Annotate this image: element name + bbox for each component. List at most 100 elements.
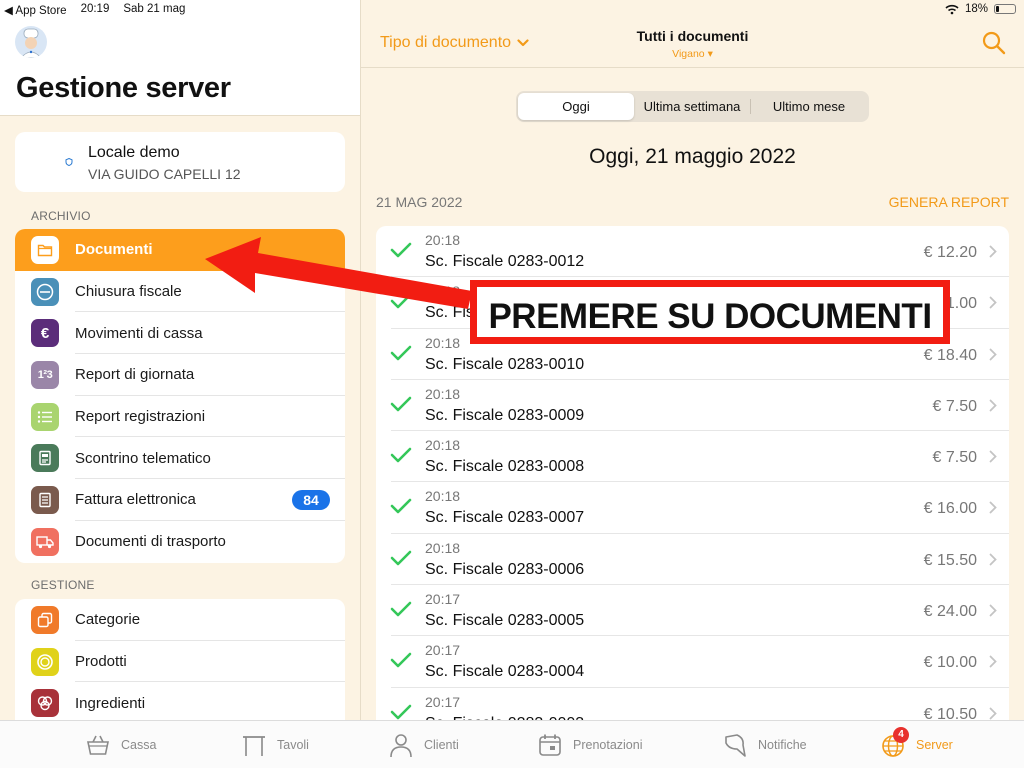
- chevron-right-icon: [989, 399, 997, 412]
- page-title: Gestione server: [16, 72, 231, 104]
- document-amount: € 7.50: [932, 449, 977, 467]
- day-title: Oggi, 21 maggio 2022: [589, 145, 796, 168]
- document-number: Sc. Fiscale 0283-0006: [425, 560, 585, 578]
- search-icon[interactable]: [981, 30, 1007, 56]
- location-selector[interactable]: Vigano ▾: [361, 48, 1024, 60]
- sidebar-item-label: Report di giornata: [75, 366, 195, 384]
- checkmark-icon: [390, 396, 412, 412]
- document-amount: € 10.00: [923, 654, 977, 672]
- document-time: 20:17: [425, 693, 461, 710]
- tab-label: Notifiche: [758, 738, 807, 752]
- document-time: 20:18: [425, 283, 461, 300]
- tab-cassa[interactable]: Cassa: [85, 721, 156, 768]
- tab-prenotazioni[interactable]: Prenotazioni: [537, 721, 643, 768]
- annotation-text: PREMERE SU DOCUMENTI: [488, 297, 932, 336]
- checkmark-icon: [390, 447, 412, 463]
- document-time: 20:18: [425, 232, 461, 248]
- rings-icon: [31, 689, 59, 718]
- basket-icon: [85, 732, 111, 758]
- checkmark-icon: [390, 499, 412, 514]
- sidebar-item-documenti-di-trasporto[interactable]: Documenti di trasporto: [15, 521, 345, 563]
- sidebar-item-movimenti-di-cassa[interactable]: € Movimenti di cassa: [15, 312, 345, 355]
- document-row[interactable]: 20:18 Sc. Fiscale 0283-0006 € 15.50: [376, 534, 1009, 586]
- sidebar-item-report-registrazioni[interactable]: Report registrazioni: [15, 396, 345, 438]
- checkmark-icon: [390, 704, 412, 719]
- document-row[interactable]: 20:18 Sc. Fiscale 0283-0012 € 12.20: [376, 226, 1009, 278]
- chef-avatar-icon: [20, 28, 42, 58]
- segment-last-month[interactable]: Ultimo mese: [751, 93, 867, 120]
- document-row[interactable]: 20:18 Sc. Fiscale 0283-0009 € 7.50: [376, 380, 1009, 432]
- checkmark-icon: [390, 550, 412, 566]
- sidebar-item-categorie[interactable]: Categorie: [15, 599, 345, 641]
- status-bar: ◀ App Store 20:19 Sab 21 mag 18%: [0, 0, 1024, 18]
- document-number: Sc. Fiscale 0283-0005: [425, 612, 585, 630]
- document-number: Sc. Fiscale 0283-0010: [425, 355, 585, 373]
- euro-icon: €: [31, 319, 59, 348]
- sidebar-item-prodotti[interactable]: Prodotti: [15, 641, 345, 683]
- segment-today[interactable]: Oggi: [518, 93, 634, 120]
- sidebar-item-chiusura-fiscale[interactable]: Chiusura fiscale: [15, 271, 345, 313]
- chat-bubble-icon: [722, 732, 748, 758]
- sidebar-item-label: Categorie: [75, 611, 141, 629]
- checkmark-icon: [390, 293, 412, 309]
- sidebar-item-fattura-elettronica[interactable]: Fattura elettronica 84: [15, 479, 345, 521]
- store-address: VIA GUIDO CAPELLI 12: [88, 166, 241, 182]
- receipt-icon: [31, 444, 59, 473]
- sidebar-item-label: Chiusura fiscale: [75, 283, 182, 301]
- document-time: 20:18: [425, 385, 461, 402]
- tab-label: Prenotazioni: [573, 738, 643, 752]
- sidebar-item-label: Ingredienti: [75, 694, 146, 712]
- status-date: Sab 21 mag: [123, 3, 186, 15]
- document-time: 20:18: [425, 334, 461, 351]
- person-icon: [388, 732, 414, 758]
- document-amount: € 7.50: [932, 397, 977, 415]
- chevron-right-icon: [989, 604, 997, 617]
- truck-icon: [31, 527, 59, 556]
- checkmark-icon: [390, 242, 412, 258]
- tab-clienti[interactable]: Clienti: [388, 721, 459, 768]
- tab-label: Clienti: [424, 738, 459, 752]
- annotation-callout: PREMERE SU DOCUMENTI: [470, 280, 950, 344]
- checkmark-icon: [390, 345, 412, 360]
- document-amount: € 16.00: [923, 500, 977, 518]
- squares-icon: [31, 605, 59, 634]
- chevron-right-icon: [989, 502, 997, 514]
- chevron-right-icon: [989, 296, 997, 309]
- tab-notifiche[interactable]: Notifiche: [722, 721, 807, 768]
- sidebar-item-scontrino-telematico[interactable]: Scontrino telematico: [15, 437, 345, 480]
- battery-percent: 18%: [964, 3, 988, 15]
- folder-icon: [31, 235, 59, 264]
- document-row[interactable]: 20:18 Sc. Fiscale 0283-0008 € 7.50: [376, 431, 1009, 483]
- chevron-right-icon: [989, 707, 997, 720]
- generate-report-button[interactable]: GENERA REPORT: [889, 194, 1009, 210]
- document-row[interactable]: 20:17 Sc. Fiscale 0283-0004 € 10.00: [376, 636, 1009, 688]
- battery-icon: [994, 4, 1016, 14]
- sidebar-item-report-di-giornata[interactable]: 1²3 Report di giornata: [15, 354, 345, 396]
- sidebar-item-ingredienti[interactable]: Ingredienti: [15, 682, 345, 720]
- shield-icon: [65, 158, 73, 166]
- manage-menu: Categorie Prodotti Ingredienti: [15, 599, 345, 720]
- invoice-icon: [31, 485, 59, 514]
- document-time: 20:17: [425, 591, 461, 608]
- document-row[interactable]: 20:17 Sc. Fiscale 0283-0005 € 24.00: [376, 585, 1009, 637]
- back-to-app-link[interactable]: ◀ App Store: [4, 3, 67, 17]
- wifi-icon: [945, 4, 959, 14]
- document-number: Sc. Fiscale 0283-0008: [425, 458, 585, 476]
- notification-badge: 4: [893, 727, 909, 743]
- document-time: 20:18: [425, 437, 461, 454]
- tab-tavoli[interactable]: Tavoli: [241, 721, 309, 768]
- document-row[interactable]: 20:17Sc. Fiscale 0283-0003€ 10.50: [376, 688, 1009, 720]
- avatar[interactable]: [15, 26, 47, 58]
- sidebar-item-documenti[interactable]: Documenti: [15, 229, 345, 271]
- sidebar-item-label: Scontrino telematico: [75, 449, 211, 467]
- document-amount: € 15.50: [923, 551, 977, 569]
- document-amount: € 12.20: [923, 244, 977, 261]
- tab-server[interactable]: Server 4: [880, 721, 953, 768]
- sidebar-item-label: Movimenti di cassa: [75, 324, 203, 342]
- document-row[interactable]: 20:18 Sc. Fiscale 0283-0007 € 16.00: [376, 482, 1009, 534]
- sidebar: Gestione server Locale demo VIA GUIDO CA…: [0, 0, 361, 720]
- store-card[interactable]: Locale demo VIA GUIDO CAPELLI 12: [15, 132, 345, 192]
- archive-section-label: ARCHIVIO: [31, 209, 91, 223]
- segment-last-week[interactable]: Ultima settimana: [634, 93, 750, 120]
- document-number: Sc. Fiscale 0283-0009: [425, 406, 585, 424]
